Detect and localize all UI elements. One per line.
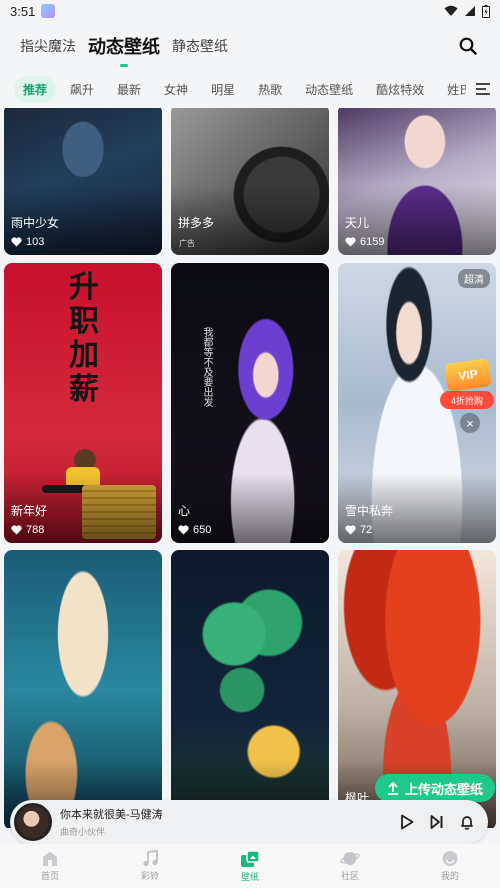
- card-like-count: 6159: [360, 236, 385, 248]
- heart-icon: [11, 237, 22, 247]
- card-title: 拼多多: [178, 216, 215, 230]
- bottom-nav: 首页 彩铃 壁纸 社区 我的: [0, 844, 500, 888]
- wallpaper-card[interactable]: [4, 550, 162, 828]
- card-title: 天儿: [345, 216, 370, 230]
- nav-label: 我的: [440, 871, 459, 881]
- player-info: 你本来就很美-马健涛 曲奇小伙伴: [60, 806, 163, 838]
- wallpaper-card[interactable]: [171, 550, 329, 828]
- wallpaper-card-ad[interactable]: 拼多多 广告: [171, 108, 329, 255]
- player-artist: 曲奇小伙伴: [60, 827, 106, 837]
- search-icon: [459, 37, 477, 55]
- poster-text: 升职加薪: [69, 271, 99, 406]
- card-like-count: 103: [26, 236, 45, 248]
- player-controls: [400, 814, 488, 830]
- app-screen: 3:51 指尖魔法 动态壁纸 静态壁纸 推荐 飙升 最新 女神 明星 热歌 动态…: [0, 0, 500, 888]
- nav-item-wallpaper[interactable]: 壁纸: [200, 844, 300, 888]
- card-likes: 650: [178, 524, 211, 536]
- menu-icon: [476, 83, 490, 95]
- hd-badge: 超清: [458, 269, 490, 288]
- community-icon: [340, 852, 360, 865]
- wallpaper-grid: 雨中少女 103 拼多多 广告 天儿 6159 升职加薪 新年好 788 我都等…: [4, 108, 496, 828]
- upload-live-wallpaper-button[interactable]: 上传动态壁纸: [375, 774, 496, 802]
- mini-player[interactable]: 你本来就很美-马健涛 曲奇小伙伴: [10, 800, 488, 844]
- tab-live-wallpaper[interactable]: 动态壁纸: [88, 33, 160, 59]
- search-button[interactable]: [456, 34, 480, 58]
- heart-icon: [178, 525, 189, 535]
- heart-icon: [345, 237, 356, 247]
- wallpaper-card[interactable]: 雨中少女 103: [4, 108, 162, 255]
- card-likes: 6159: [345, 236, 384, 248]
- category-menu-button[interactable]: [466, 74, 500, 104]
- category-chip-goddess[interactable]: 女神: [155, 76, 197, 103]
- ad-label: 广告: [179, 239, 195, 248]
- card-likes: 788: [11, 524, 44, 536]
- heart-icon: [345, 525, 356, 535]
- upload-button-label: 上传动态壁纸: [405, 781, 484, 797]
- category-chip-latest[interactable]: 最新: [108, 76, 150, 103]
- next-track-icon[interactable]: [430, 814, 444, 830]
- card-title: 新年好: [11, 504, 48, 518]
- card-title: 雨中少女: [11, 216, 60, 230]
- vip-deal-label: 4折抢购: [440, 391, 494, 409]
- album-cover[interactable]: [14, 803, 52, 841]
- card-title: 心: [178, 504, 191, 518]
- app-notification-icon: [41, 4, 56, 18]
- tab-fingertip-magic[interactable]: 指尖魔法: [20, 36, 76, 56]
- wallpaper-icon: [241, 849, 260, 867]
- status-time: 3:51: [10, 3, 36, 19]
- poster-text: 我都等不及要出发: [201, 327, 212, 407]
- status-bar: 3:51: [0, 0, 500, 22]
- wallpaper-card[interactable]: 天儿 6159: [338, 108, 496, 255]
- wallpaper-card[interactable]: 我都等不及要出发 心 650: [171, 263, 329, 543]
- music-note-icon: [143, 850, 158, 867]
- nav-item-home[interactable]: 首页: [0, 844, 100, 888]
- signal-icon: [465, 6, 475, 16]
- play-icon[interactable]: [400, 814, 414, 830]
- upload-icon: [388, 781, 398, 795]
- card-like-count: 650: [193, 524, 212, 536]
- card-likes: 72: [345, 524, 372, 536]
- category-chip-recommend[interactable]: 推荐: [14, 75, 57, 103]
- card-likes: 103: [11, 236, 44, 248]
- top-header: 指尖魔法 动态壁纸 静态壁纸: [0, 26, 500, 66]
- profile-icon: [442, 851, 458, 866]
- tab-static-wallpaper[interactable]: 静态壁纸: [172, 36, 228, 56]
- close-promo-button[interactable]: ×: [460, 413, 480, 433]
- category-chip-rising[interactable]: 飙升: [61, 76, 103, 103]
- nav-label: 首页: [40, 871, 59, 881]
- category-strip: 推荐 飙升 最新 女神 明星 热歌 动态壁纸 酷炫特效 姓氏: [0, 74, 500, 104]
- nav-label: 社区: [340, 871, 359, 881]
- card-like-count: 72: [360, 524, 373, 536]
- close-icon: ×: [466, 415, 474, 431]
- home-icon: [43, 851, 57, 866]
- vip-label: VIP: [444, 358, 492, 392]
- nav-item-community[interactable]: 社区: [300, 844, 400, 888]
- nav-label: 彩铃: [140, 871, 159, 881]
- category-chip-cool-effects[interactable]: 酷炫特效: [367, 76, 433, 103]
- nav-item-ringtone[interactable]: 彩铃: [100, 844, 200, 888]
- category-chip-star[interactable]: 明星: [202, 76, 244, 103]
- wallpaper-card[interactable]: 升职加薪 新年好 788: [4, 263, 162, 543]
- category-chip-hot-songs[interactable]: 热歌: [249, 76, 291, 103]
- wallpaper-card[interactable]: 超清 VIP 4折抢购 × 雪中私奔 72: [338, 263, 496, 543]
- card-like-count: 788: [26, 524, 45, 536]
- battery-icon: [482, 4, 490, 18]
- vip-promo[interactable]: VIP 4折抢购: [440, 355, 494, 409]
- player-song-title: 你本来就很美-马健涛: [60, 809, 163, 821]
- category-chip-live-wallpaper[interactable]: 动态壁纸: [296, 76, 362, 103]
- nav-item-profile[interactable]: 我的: [400, 844, 500, 888]
- wifi-icon: [444, 5, 458, 16]
- nav-label: 壁纸: [240, 871, 259, 882]
- heart-icon: [11, 525, 22, 535]
- ringtone-bell-icon[interactable]: [460, 814, 474, 830]
- card-title: 雪中私奔: [345, 504, 394, 518]
